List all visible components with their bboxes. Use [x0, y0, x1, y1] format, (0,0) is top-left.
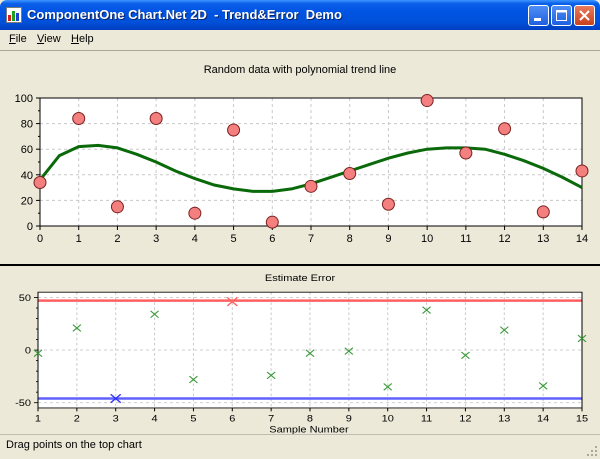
error-x-tick-label: 12 [459, 414, 472, 424]
menu-help[interactable]: Help [71, 33, 94, 45]
trend-x-tick-label: 12 [498, 233, 510, 245]
error-chart-title: Estimate Error [265, 274, 336, 284]
title-bar[interactable]: ComponentOne Chart.Net 2D - Trend&Error … [0, 0, 600, 30]
data-point [381, 197, 395, 211]
data-point [304, 179, 318, 193]
chart-area: Random data with polynomial trend line 0… [0, 50, 600, 435]
trend-x-tick-label: 0 [37, 233, 43, 245]
data-point [33, 175, 47, 189]
trend-x-tick-label: 3 [153, 233, 159, 245]
status-bar: Drag points on the top chart [0, 434, 600, 459]
error-y-tick-label: 50 [19, 294, 32, 304]
maximize-button[interactable] [551, 5, 572, 26]
data-point [149, 111, 163, 125]
menu-file[interactable]: File [9, 33, 27, 45]
data-point [72, 111, 86, 125]
close-icon [579, 10, 590, 21]
error-x-tick-label: 4 [152, 414, 158, 424]
error-x-tick-label: 15 [576, 414, 589, 424]
minimize-button[interactable] [528, 5, 549, 26]
error-x-tick-label: 1 [35, 414, 41, 424]
minimize-icon [534, 18, 541, 21]
trend-x-tick-label: 4 [192, 233, 198, 245]
close-button[interactable] [574, 5, 595, 26]
error-x-tick-label: 9 [346, 414, 352, 424]
trend-x-tick-label: 5 [231, 233, 237, 245]
trend-chart[interactable]: Random data with polynomial trend line 0… [0, 51, 600, 263]
error-y-tick-label: -50 [15, 399, 31, 409]
trend-y-tick-label: 40 [21, 170, 33, 182]
trend-y-tick-label: 60 [21, 144, 33, 156]
error-x-tick-label: 8 [307, 414, 313, 424]
data-point [536, 205, 550, 219]
error-x-tick-label: 6 [229, 414, 235, 424]
error-chart: Estimate Error Sample Number -500501 2 3 4 5… [15, 274, 589, 435]
error-x-tick-label: 14 [537, 414, 550, 424]
error-y-tick-label: 0 [25, 346, 31, 356]
trend-x-tick-label: 14 [576, 233, 588, 245]
error-x-tick-label: 3 [113, 414, 119, 424]
error-x-tick-label: 13 [498, 414, 511, 424]
status-text: Drag points on the top chart [6, 439, 142, 451]
trend-x-tick-label: 9 [385, 233, 391, 245]
menu-bar: File View Help [0, 30, 600, 49]
error-x-tick-label: 11 [421, 414, 433, 424]
trend-x-tick-label: 6 [269, 233, 275, 245]
trend-x-tick-label: 11 [460, 233, 471, 245]
data-point [227, 123, 241, 137]
data-point [459, 146, 473, 160]
trend-x-tick-label: 10 [421, 233, 433, 245]
trend-x-tick-label: 13 [537, 233, 549, 245]
trend-chart-title: Random data with polynomial trend line [204, 64, 397, 76]
trend-y-tick-label: 0 [27, 221, 33, 233]
menu-view[interactable]: View [37, 33, 61, 45]
trend-y-tick-label: 80 [21, 119, 33, 131]
trend-y-tick-label: 20 [21, 195, 33, 207]
error-x-tick-label: 10 [382, 414, 395, 424]
data-point [110, 200, 124, 214]
error-x-tick-label: 7 [268, 414, 274, 424]
trend-x-tick-label: 7 [308, 233, 314, 245]
error-x-tick-label: 2 [74, 414, 80, 424]
app-window: ComponentOne Chart.Net 2D - Trend&Error … [0, 0, 600, 459]
window-title: ComponentOne Chart.Net 2D - Trend&Error … [27, 7, 342, 22]
resize-grip-icon[interactable] [586, 445, 598, 457]
trend-x-tick-label: 1 [76, 233, 82, 245]
maximize-icon [556, 10, 567, 21]
data-point [188, 206, 202, 220]
data-point [575, 164, 589, 178]
data-point [498, 122, 512, 136]
data-point [420, 94, 434, 108]
error-x-tick-label: 5 [190, 414, 196, 424]
data-point [343, 167, 357, 181]
trend-x-tick-label: 8 [347, 233, 353, 245]
data-point [265, 215, 279, 229]
app-icon [6, 7, 22, 23]
trend-x-tick-label: 2 [114, 233, 120, 245]
trend-y-tick-label: 100 [15, 93, 33, 105]
